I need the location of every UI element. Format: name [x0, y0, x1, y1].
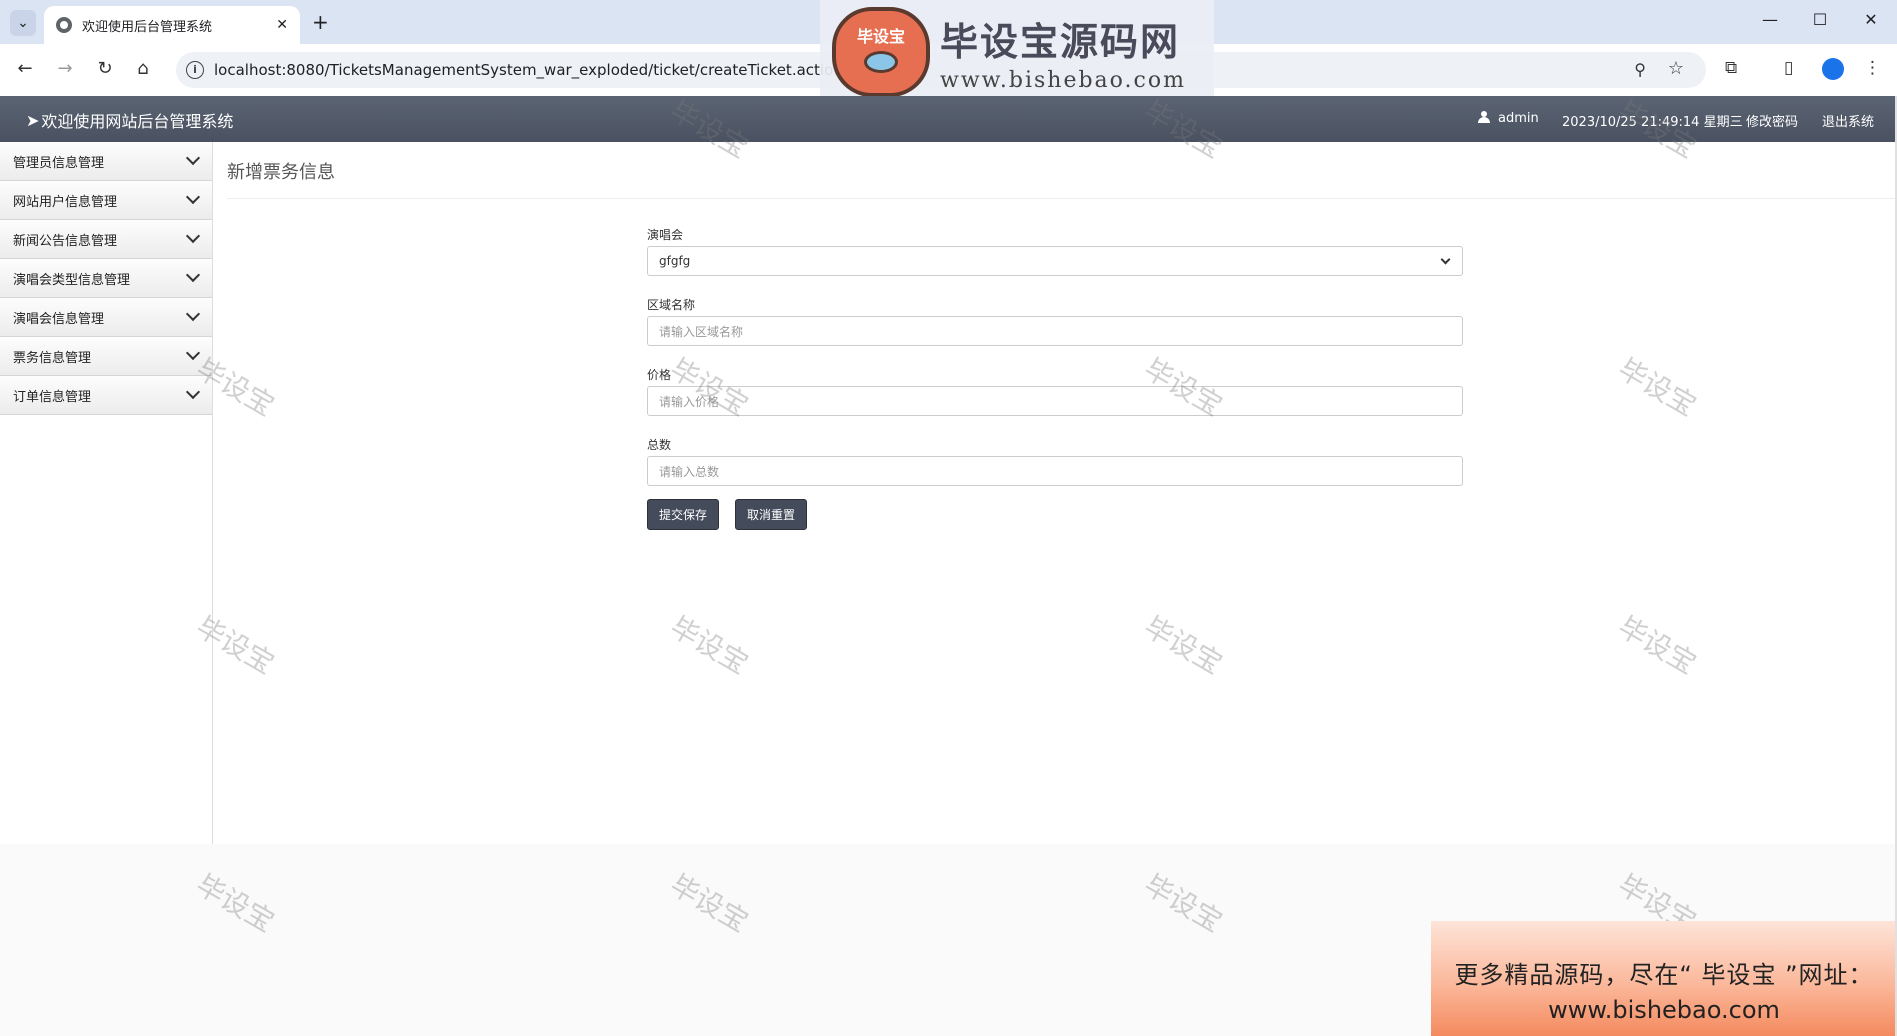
- concert-label: 演唱会: [647, 228, 684, 242]
- back-icon[interactable]: ←: [13, 58, 37, 79]
- price-label: 价格: [647, 368, 672, 382]
- browser-tab[interactable]: 欢迎使用后台管理系统 ✕: [44, 6, 300, 44]
- submit-button[interactable]: 提交保存: [647, 499, 720, 530]
- chevron-down-icon: [1440, 254, 1451, 264]
- total-input[interactable]: 请输入总数: [647, 456, 1463, 486]
- watermark-logo: 毕设宝: [832, 6, 930, 97]
- sidebar-item-admin[interactable]: 管理员信息管理: [0, 142, 212, 181]
- watermark-logo-text: 毕设宝: [856, 26, 905, 46]
- price-input[interactable]: 请输入价格: [647, 386, 1463, 416]
- tab-search-button[interactable]: ⌄: [10, 10, 36, 36]
- chevron-down-icon: [185, 345, 201, 361]
- user-icon: [1478, 111, 1490, 123]
- main-content: 新增票务信息 演唱会 gfgfg 区域名称 请输入区域名称 价格 请输入价格 总…: [213, 142, 1897, 844]
- promo-url: www.bishebao.com: [1548, 996, 1780, 1024]
- price-placeholder: 请输入价格: [659, 394, 720, 409]
- watermark-url: www.bishebao.com: [940, 67, 1186, 93]
- watermark-text: 毕设宝: [1138, 868, 1228, 939]
- sidebar-item-users[interactable]: 网站用户信息管理: [0, 181, 212, 220]
- change-password-link[interactable]: 修改密码: [1746, 111, 1798, 130]
- send-icon: ➤: [26, 110, 40, 130]
- total-label: 总数: [647, 438, 672, 452]
- sidebar-item-label: 演唱会类型信息管理: [13, 272, 131, 288]
- site-info-icon[interactable]: i: [186, 61, 204, 79]
- chevron-down-icon: [185, 384, 201, 400]
- side-panel-icon[interactable]: ▯: [1784, 58, 1793, 78]
- chevron-down-icon: [185, 306, 201, 322]
- sidebar-item-label: 网站用户信息管理: [13, 194, 118, 210]
- sidebar-item-concerts[interactable]: 演唱会信息管理: [0, 298, 212, 337]
- current-user: admin: [1478, 111, 1539, 126]
- window-close-icon[interactable]: ✕: [1861, 10, 1881, 29]
- profile-avatar-icon[interactable]: [1822, 58, 1844, 80]
- header-datetime: 2023/10/25 21:49:14 星期三: [1562, 115, 1743, 130]
- concert-select-value: gfgfg: [659, 254, 691, 268]
- page-title: 新增票务信息: [227, 162, 335, 183]
- sidebar-item-news[interactable]: 新闻公告信息管理: [0, 220, 212, 259]
- concert-select[interactable]: gfgfg: [647, 246, 1463, 276]
- watermark-text: 毕设宝: [664, 868, 754, 939]
- sidebar-item-label: 演唱会信息管理: [13, 311, 105, 327]
- watermark-face-icon: [864, 50, 898, 73]
- forward-icon[interactable]: →: [53, 58, 77, 79]
- sidebar-item-label: 管理员信息管理: [13, 155, 105, 171]
- chevron-down-icon: [185, 189, 201, 205]
- watermark-title: 毕设宝源码网: [940, 19, 1181, 64]
- bookmark-star-icon[interactable]: ☆: [1668, 58, 1684, 79]
- browser-menu-icon[interactable]: ⋮: [1864, 58, 1881, 78]
- app-brand: ➤ 欢迎使用网站后台管理系统: [26, 108, 233, 132]
- area-label: 区域名称: [647, 298, 696, 312]
- url-text[interactable]: localhost:8080/TicketsManagementSystem_w…: [214, 61, 843, 79]
- watermark-text: 毕设宝: [190, 868, 280, 939]
- tab-close-icon[interactable]: ✕: [276, 17, 288, 33]
- chevron-down-icon: [185, 150, 201, 166]
- sidebar-item-label: 票务信息管理: [13, 350, 92, 366]
- chevron-down-icon: [185, 228, 201, 244]
- promo-banner[interactable]: 更多精品源码，尽在“ 毕设宝 ”网址： www.bishebao.com: [1431, 921, 1897, 1036]
- chevron-down-icon: [185, 267, 201, 283]
- promo-text: 更多精品源码，尽在“ 毕设宝 ”网址：: [1454, 961, 1874, 989]
- sidebar-item-orders[interactable]: 订单信息管理: [0, 376, 212, 415]
- sidebar-item-tickets[interactable]: 票务信息管理: [0, 337, 212, 376]
- current-user-name: admin: [1498, 111, 1539, 126]
- reload-icon[interactable]: ↻: [93, 58, 117, 79]
- sidebar: 管理员信息管理 网站用户信息管理 新闻公告信息管理 演唱会类型信息管理 演唱会信…: [0, 142, 213, 844]
- reset-button[interactable]: 取消重置: [735, 499, 808, 530]
- app-brand-text: 欢迎使用网站后台管理系统: [41, 112, 234, 131]
- form-actions: 提交保存 取消重置: [647, 499, 1463, 530]
- total-placeholder: 请输入总数: [659, 464, 720, 479]
- sidebar-item-label: 新闻公告信息管理: [13, 233, 118, 249]
- home-icon[interactable]: ⌂: [131, 58, 155, 79]
- sidebar-item-label: 订单信息管理: [13, 389, 92, 405]
- watermark-banner: 毕设宝 毕设宝源码网 www.bishebao.com: [820, 0, 1214, 103]
- area-name-input[interactable]: 请输入区域名称: [647, 316, 1463, 346]
- new-tab-button[interactable]: +: [312, 10, 329, 34]
- area-name-placeholder: 请输入区域名称: [659, 324, 744, 339]
- extensions-icon[interactable]: ⧉: [1725, 58, 1737, 78]
- chevron-down-icon: ⌄: [17, 15, 29, 31]
- ticket-form: 演唱会 gfgfg 区域名称 请输入区域名称 价格 请输入价格 总数 请输入总数…: [647, 226, 1463, 530]
- app-header: ➤ 欢迎使用网站后台管理系统 admin 2023/10/25 21:49:14…: [0, 96, 1897, 142]
- zoom-icon[interactable]: ⚲: [1634, 60, 1646, 79]
- globe-icon: [56, 17, 72, 33]
- title-divider: [227, 198, 1897, 199]
- browser-tab-title: 欢迎使用后台管理系统: [82, 19, 213, 35]
- logout-link[interactable]: 退出系统: [1822, 111, 1874, 130]
- sidebar-item-concert-types[interactable]: 演唱会类型信息管理: [0, 259, 212, 298]
- maximize-icon[interactable]: ☐: [1810, 10, 1830, 29]
- minimize-icon[interactable]: —: [1760, 10, 1780, 29]
